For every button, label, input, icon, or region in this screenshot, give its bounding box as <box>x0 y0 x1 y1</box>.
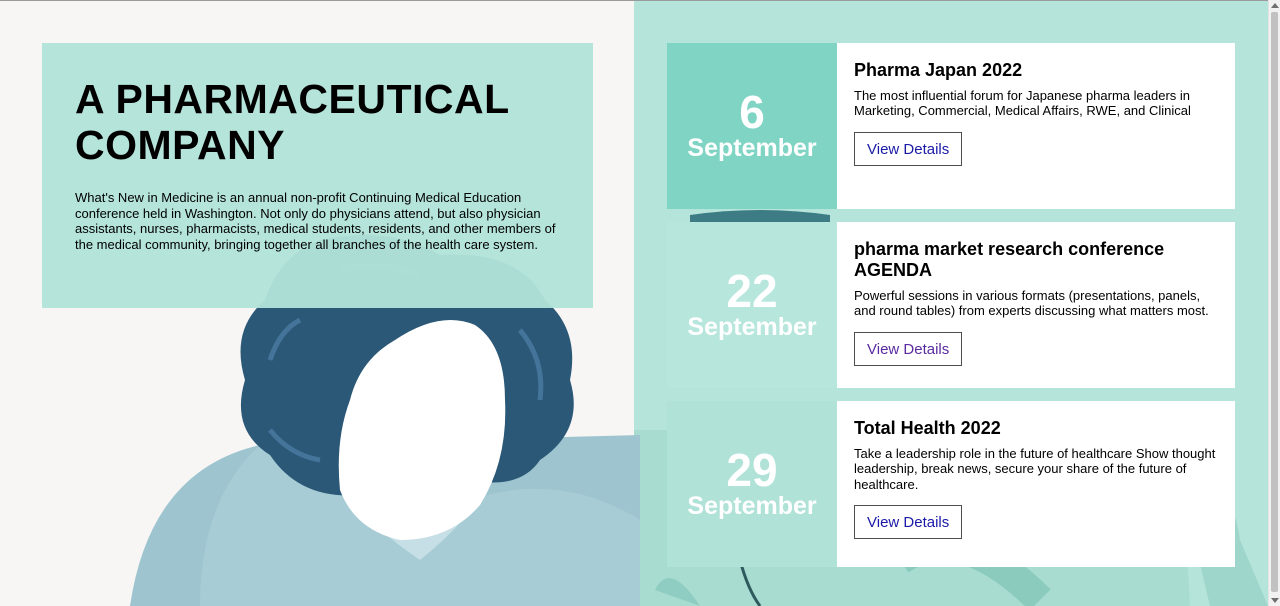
event-date: 6 September <box>667 43 837 209</box>
hero-title-line2: COMPANY <box>75 122 286 168</box>
event-title: Pharma Japan 2022 <box>854 60 1023 80</box>
event-card: 22 September pharma market research conf… <box>667 222 1235 388</box>
event-month: September <box>687 134 817 162</box>
vertical-scrollbar[interactable] <box>1268 0 1280 606</box>
hero-title: A PHARMACEUTICAL COMPANY <box>75 76 560 168</box>
view-details-button[interactable]: View Details <box>854 131 963 166</box>
hero-title-line1: A PHARMACEUTICAL <box>75 76 510 122</box>
event-description: Take a leadership role in the future of … <box>854 446 1216 492</box>
event-date: 22 September <box>667 222 837 388</box>
scroll-down-icon[interactable] <box>1271 598 1279 603</box>
event-description: The most influential forum for Japanese … <box>854 88 1191 119</box>
event-info: Total Health 2022 Take a leadership role… <box>837 401 1235 567</box>
hero-description: What's New in Medicine is an annual non-… <box>75 190 556 252</box>
scrollbar-thumb[interactable] <box>1271 12 1278 592</box>
hero-panel: A PHARMACEUTICAL COMPANY What's New in M… <box>42 43 593 308</box>
view-details-button[interactable]: View Details <box>854 504 963 539</box>
event-info: pharma market research conference AGENDA… <box>837 222 1235 388</box>
event-day: 6 <box>739 86 765 138</box>
event-month: September <box>687 492 817 520</box>
event-month: September <box>687 313 817 341</box>
event-day: 29 <box>726 444 778 496</box>
event-title: Total Health 2022 <box>854 418 1001 438</box>
scroll-up-icon[interactable] <box>1271 3 1279 8</box>
event-card: 29 September Total Health 2022 Take a le… <box>667 401 1235 567</box>
event-day: 22 <box>726 265 778 317</box>
event-info: Pharma Japan 2022 The most influential f… <box>837 43 1235 209</box>
event-date: 29 September <box>667 401 837 567</box>
event-card: 6 September Pharma Japan 2022 The most i… <box>667 43 1235 209</box>
view-details-button[interactable]: View Details <box>854 331 963 366</box>
event-title: pharma market research conference AGENDA <box>854 239 1165 280</box>
event-description: Powerful sessions in various formats (pr… <box>854 288 1209 319</box>
